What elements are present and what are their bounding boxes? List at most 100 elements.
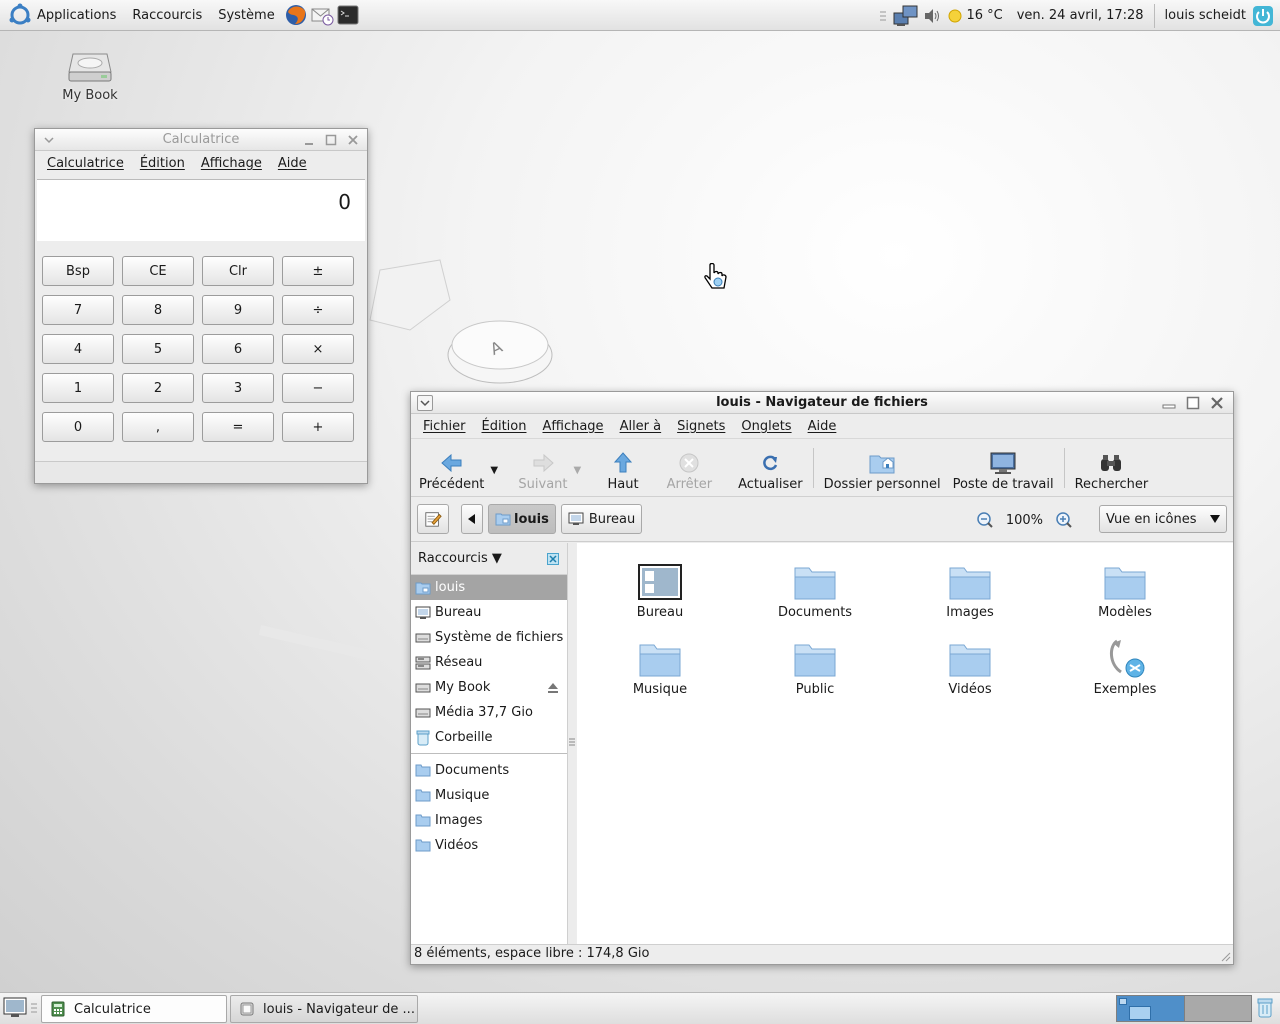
workspace-1[interactable] [1117, 996, 1185, 1021]
back-button[interactable]: Précédent [413, 449, 490, 492]
key-subtract[interactable]: − [282, 373, 354, 403]
file-item-images[interactable]: Images [900, 555, 1040, 620]
sidebar-item-filesystem[interactable]: Système de fichiers [411, 625, 567, 650]
zoom-out-icon[interactable] [976, 511, 994, 529]
shutdown-icon[interactable] [1252, 5, 1274, 27]
desktop-icon-my-book[interactable]: My Book [56, 48, 124, 103]
menu-calculatrice[interactable]: Calculatrice [39, 156, 132, 171]
volume-icon[interactable] [923, 7, 941, 25]
home-button[interactable]: Dossier personnel [818, 449, 947, 492]
sidebar-bookmark-images[interactable]: Images [411, 808, 567, 833]
file-item-documents[interactable]: Documents [745, 555, 885, 620]
toggle-location-entry-button[interactable] [417, 504, 449, 534]
menu-fichier[interactable]: Fichier [415, 419, 474, 434]
sidebar-item-network[interactable]: Réseau [411, 650, 567, 675]
computer-button[interactable]: Poste de travail [947, 449, 1060, 492]
key-equals[interactable]: = [202, 412, 274, 442]
key-5[interactable]: 5 [122, 334, 194, 364]
key-clear[interactable]: Clr [202, 256, 274, 286]
close-icon[interactable] [345, 132, 361, 148]
forward-history-dropdown[interactable]: ▼ [574, 465, 588, 492]
file-item-musique[interactable]: Musique [590, 632, 730, 697]
weather-applet[interactable]: 16 °C [943, 0, 1006, 31]
key-2[interactable]: 2 [122, 373, 194, 403]
sidebar-bookmark-videos[interactable]: Vidéos [411, 833, 567, 858]
key-backspace[interactable]: Bsp [42, 256, 114, 286]
taskbar-calculatrice[interactable]: Calculatrice [41, 995, 227, 1023]
close-icon[interactable] [1209, 395, 1225, 411]
zoom-in-icon[interactable] [1055, 511, 1073, 529]
workspace-2[interactable] [1184, 996, 1251, 1021]
pane-resize-handle[interactable] [568, 543, 576, 944]
trash-icon[interactable] [1256, 997, 1274, 1019]
raccourcis-menu[interactable]: Raccourcis [124, 0, 210, 31]
path-scroll-left-button[interactable] [461, 504, 483, 534]
calculator-titlebar[interactable]: Calculatrice [35, 129, 367, 151]
file-item-bureau[interactable]: Bureau [590, 555, 730, 620]
window-menu-icon[interactable] [41, 132, 57, 148]
up-button[interactable]: Haut [602, 449, 645, 492]
key-divide[interactable]: ÷ [282, 295, 354, 325]
file-item-public[interactable]: Public [745, 632, 885, 697]
key-6[interactable]: 6 [202, 334, 274, 364]
sidebar-item-media[interactable]: Média 37,7 Gio [411, 700, 567, 725]
taskbar-file-manager[interactable]: louis - Navigateur de ... [230, 995, 418, 1023]
mail-icon[interactable] [310, 3, 334, 27]
maximize-icon[interactable] [323, 132, 339, 148]
menu-edition[interactable]: Édition [474, 419, 535, 434]
menu-onglets[interactable]: Onglets [733, 419, 799, 434]
key-decimal[interactable]: , [122, 412, 194, 442]
menu-aide[interactable]: Aide [800, 419, 845, 434]
search-button[interactable]: Rechercher [1069, 449, 1155, 492]
menu-edition[interactable]: Édition [132, 156, 193, 171]
back-history-dropdown[interactable]: ▼ [490, 465, 504, 492]
key-multiply[interactable]: × [282, 334, 354, 364]
sidebar-bookmark-documents[interactable]: Documents [411, 758, 567, 783]
key-7[interactable]: 7 [42, 295, 114, 325]
sidebar-item-louis[interactable]: louis [411, 575, 567, 600]
menu-aide[interactable]: Aide [270, 156, 315, 171]
network-icon[interactable] [893, 4, 919, 28]
minimize-icon[interactable] [301, 132, 317, 148]
key-add[interactable]: + [282, 412, 354, 442]
resize-grip-icon[interactable] [1219, 950, 1231, 962]
key-9[interactable]: 9 [202, 295, 274, 325]
forward-button[interactable]: Suivant [512, 449, 573, 492]
minimize-icon[interactable] [1161, 395, 1177, 411]
crumb-louis[interactable]: louis [488, 504, 556, 534]
sidebar-type-select[interactable]: Raccourcis ▼ [418, 551, 502, 566]
sidebar-bookmark-musique[interactable]: Musique [411, 783, 567, 808]
window-menu-icon[interactable] [417, 395, 433, 411]
terminal-icon[interactable] [336, 3, 360, 27]
key-8[interactable]: 8 [122, 295, 194, 325]
close-sidebar-icon[interactable] [547, 553, 559, 565]
sidebar-item-my-book[interactable]: My Book [411, 675, 567, 700]
reload-button[interactable]: Actualiser [732, 449, 808, 492]
user-switcher[interactable]: louis scheidt [1161, 0, 1250, 31]
stop-button[interactable]: Arrêter [661, 449, 719, 492]
zoom-level[interactable]: 100% [1006, 513, 1043, 528]
key-change-sign[interactable]: ± [282, 256, 354, 286]
clock[interactable]: ven. 24 avril, 17:28 [1013, 0, 1148, 31]
firefox-icon[interactable] [284, 3, 308, 27]
file-manager-titlebar[interactable]: louis - Navigateur de fichiers [411, 392, 1233, 414]
menu-signets[interactable]: Signets [669, 419, 733, 434]
key-clear-entry[interactable]: CE [122, 256, 194, 286]
key-0[interactable]: 0 [42, 412, 114, 442]
file-item-exemples[interactable]: Exemples [1055, 632, 1195, 697]
file-item-videos[interactable]: Vidéos [900, 632, 1040, 697]
key-3[interactable]: 3 [202, 373, 274, 403]
menu-affichage[interactable]: Affichage [193, 156, 270, 171]
crumb-bureau[interactable]: Bureau [560, 504, 643, 534]
menu-affichage[interactable]: Affichage [534, 419, 611, 434]
view-mode-select[interactable]: Vue en icônes [1099, 505, 1227, 533]
systeme-menu[interactable]: Système [210, 0, 282, 31]
sidebar-item-trash[interactable]: Corbeille [411, 725, 567, 750]
maximize-icon[interactable] [1185, 395, 1201, 411]
sidebar-item-bureau[interactable]: Bureau [411, 600, 567, 625]
eject-icon[interactable] [547, 682, 559, 694]
key-1[interactable]: 1 [42, 373, 114, 403]
key-4[interactable]: 4 [42, 334, 114, 364]
show-desktop-icon[interactable] [3, 997, 27, 1019]
file-item-modeles[interactable]: Modèles [1055, 555, 1195, 620]
